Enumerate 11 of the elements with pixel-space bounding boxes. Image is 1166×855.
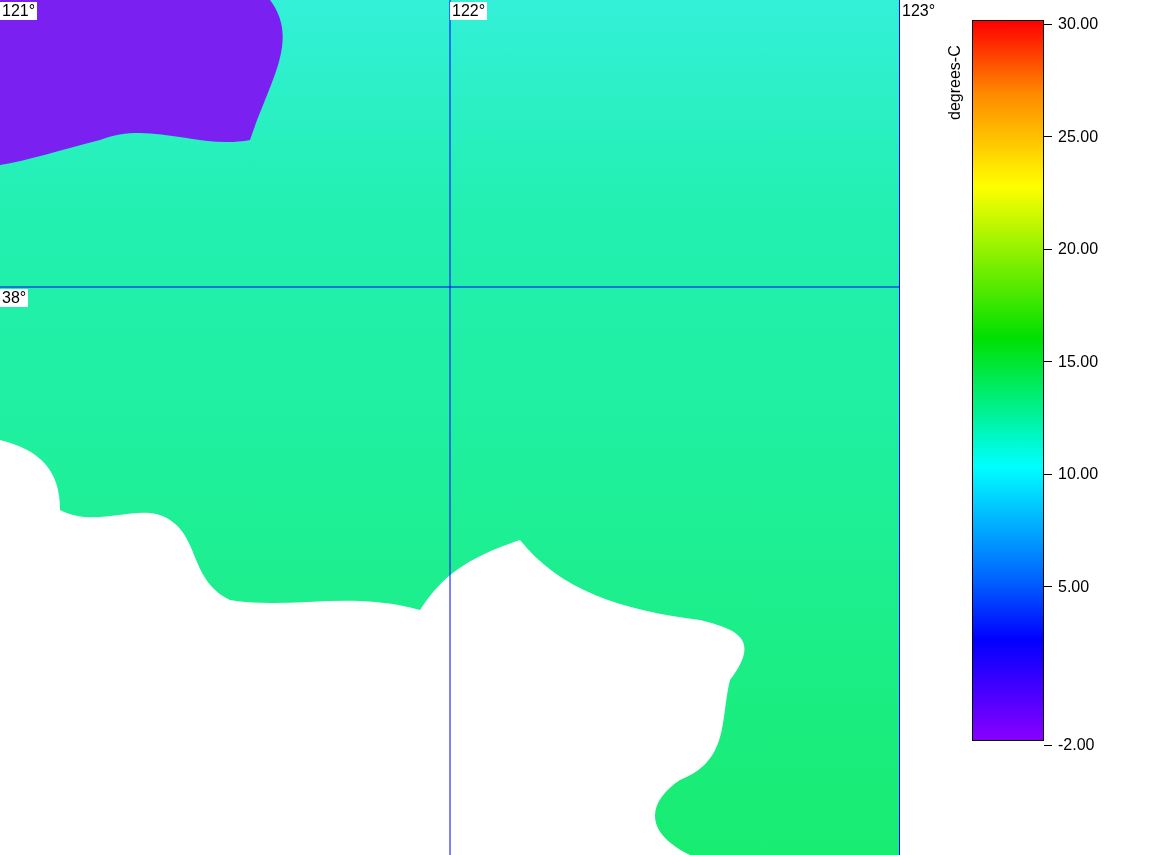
tick-label: 5.00 [1058,577,1090,596]
tick-label: 15.00 [1058,352,1099,371]
tick-label: 20.00 [1058,240,1099,259]
longitude-label: 121° [0,2,38,20]
tick-label: 30.00 [1058,15,1099,33]
latitude-label: 38° [0,289,29,307]
tick-label: -2.00 [1058,736,1095,754]
longitude-label: 122° [450,2,488,20]
tick-label: 10.00 [1058,465,1099,484]
unit-label: degrees-C [946,44,964,120]
tick-label: 25.00 [1058,127,1099,146]
